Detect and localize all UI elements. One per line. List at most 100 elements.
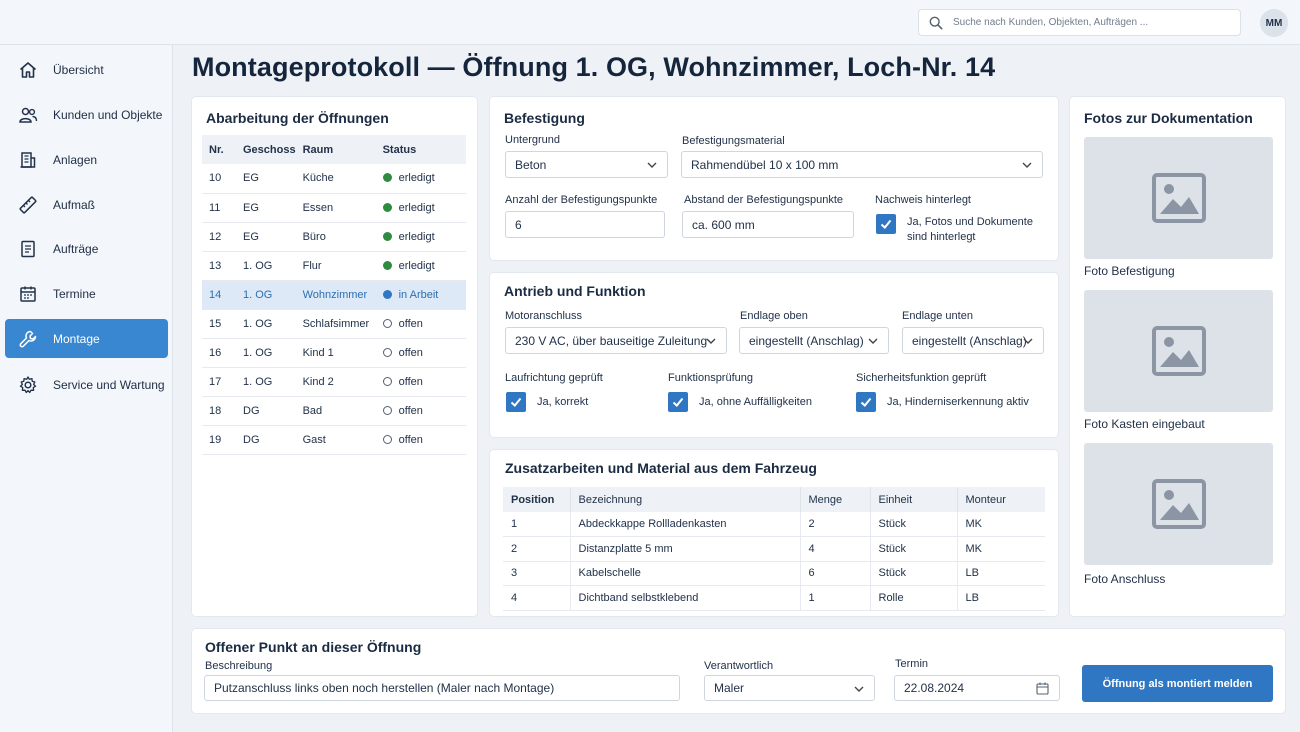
table-row[interactable]: 18 DG Bad offen [202,396,466,426]
cell-position: 1 [503,512,571,537]
search-input[interactable]: Suche nach Kunden, Objekten, Aufträgen .… [918,9,1241,36]
cell-nr: 13 [202,251,236,281]
status-dot-icon [382,318,392,328]
col-monteur: Monteur [957,487,1045,512]
chevron-down-icon [868,338,878,344]
funktion-checkbox[interactable] [668,392,688,412]
cell-position: 3 [503,561,571,586]
col-einheit: Einheit [870,487,958,512]
termin-date-input[interactable]: 22.08.2024 [894,675,1060,701]
laufrichtung-checkbox[interactable] [506,392,526,412]
funktion-label: Funktionsprüfung [668,372,753,384]
status-text: offen [398,375,423,388]
sidebar-item-aufmass[interactable]: Aufmaß [5,185,168,224]
termin-label: Termin [895,658,929,670]
table-row: 2 Distanzplatte 5 mm 4 Stück MK [503,536,1045,562]
sidebar-item-kunden[interactable]: Kunden und Objekte [5,95,168,134]
photo-placeholder[interactable] [1084,290,1273,412]
cell-bezeichnung: Dichtband selbstklebend [570,585,801,611]
status-text: erledigt [398,172,435,185]
termin-value: 22.08.2024 [904,681,965,695]
abstand-input[interactable]: ca. 600 mm [682,211,854,238]
photo-caption: Foto Befestigung [1084,264,1175,278]
status-dot-icon [382,289,392,299]
status-dot-icon [382,434,392,444]
photo-caption: Foto Anschluss [1084,572,1166,586]
status-text: offen [398,433,423,446]
cell-raum: Büro [295,222,376,252]
anzahl-label: Anzahl der Befestigungspunkte [505,194,658,206]
sidebar-item-anlagen[interactable]: Anlagen [5,140,168,179]
antrieb-title: Antrieb und Funktion [504,283,646,299]
verantwortlich-select[interactable]: Maler [704,675,875,701]
photo-placeholder[interactable] [1084,137,1273,259]
calendar-icon[interactable] [1036,682,1049,695]
beschreibung-label: Beschreibung [205,660,273,672]
beschreibung-value: Putzanschluss links oben noch herstellen… [214,681,555,695]
material-select[interactable]: Rahmendübel 10 x 100 mm [681,151,1043,178]
untergrund-select[interactable]: Beton [505,151,668,178]
image-icon [1151,173,1206,223]
nachweis-checkbox[interactable] [876,214,896,234]
cell-status: erledigt [375,193,466,223]
motor-label: Motoranschluss [505,310,583,322]
col-status: Status [375,135,466,164]
sidebar-item-service[interactable]: Service und Wartung [5,365,168,404]
befestigung-card: Befestigung Untergrund Beton Befestigung… [490,97,1058,260]
endlage-unten-select[interactable]: eingestellt (Anschlag) [902,327,1044,354]
openings-title: Abarbeitung der Öffnungen [206,110,389,126]
table-row[interactable]: 19 DG Gast offen [202,425,466,455]
cell-status: erledigt [375,164,466,194]
nachweis-text: Ja, Fotos und Dokumente sind hinterlegt [907,216,1033,243]
laufrichtung-text: Ja, korrekt [537,396,589,408]
sidebar-item-auftraege[interactable]: Aufträge [5,229,168,268]
endlage-oben-label: Endlage oben [740,310,808,322]
untergrund-label: Untergrund [505,134,561,146]
photo-caption: Foto Kasten eingebaut [1084,417,1205,431]
anzahl-input[interactable]: 6 [505,211,665,238]
wrench-icon [19,330,37,347]
endlage-unten-label: Endlage unten [902,310,973,322]
cell-monteur: MK [957,512,1045,537]
table-row[interactable]: 17 1. OG Kind 2 offen [202,367,466,397]
status-text: offen [398,404,423,417]
cell-einheit: Stück [870,512,958,537]
cell-raum: Wohnzimmer [295,280,376,310]
chevron-down-icon [1022,162,1032,168]
table-row[interactable]: 16 1. OG Kind 1 offen [202,338,466,368]
status-text: offen [398,317,423,330]
motor-select[interactable]: 230 V AC, über bauseitige Zuleitung [505,327,727,354]
endlage-oben-select[interactable]: eingestellt (Anschlag) [739,327,889,354]
sidebar-item-uebersicht[interactable]: Übersicht [5,50,168,89]
table-row[interactable]: 11 EG Essen erledigt [202,193,466,223]
openings-table: Nr. Geschoss Raum Status 10 EG Küche erledi… [202,135,466,455]
photo-placeholder[interactable] [1084,443,1273,565]
cell-einheit: Stück [870,561,958,586]
verantwortlich-label: Verantwortlich [704,660,774,672]
sidebar-item-termine[interactable]: Termine [5,274,168,313]
top-bar: Suche nach Kunden, Objekten, Aufträgen .… [0,0,1300,45]
abstand-label: Abstand der Befestigungspunkte [684,194,844,206]
calendar-icon [20,286,36,302]
antrieb-card: Antrieb und Funktion Motoranschluss 230 … [490,273,1058,437]
cell-nr: 19 [202,425,236,455]
users-icon [19,107,38,123]
image-icon [1151,479,1206,529]
table-row[interactable]: 12 EG Büro erledigt [202,222,466,252]
sidebar-item-montage[interactable]: Montage [5,319,168,358]
avatar[interactable]: MM [1260,9,1288,37]
cell-geschoss: DG [236,396,296,426]
endlage-oben-value: eingestellt (Anschlag) [749,333,864,348]
cell-bezeichnung: Abdeckkappe Rollladenkasten [570,512,801,537]
document-icon [21,240,35,257]
table-row[interactable]: 10 EG Küche erledigt [202,164,466,194]
cell-raum: Küche [295,164,376,194]
cell-status: offen [375,338,466,368]
table-row[interactable]: 14 1. OG Wohnzimmer in Arbeit [202,280,466,310]
table-row[interactable]: 15 1. OG Schlafsimmer offen [202,309,466,339]
table-row[interactable]: 13 1. OG Flur erledigt [202,251,466,281]
beschreibung-input[interactable]: Putzanschluss links oben noch herstellen… [204,675,680,701]
sicherheit-checkbox[interactable] [856,392,876,412]
submit-montiert-button[interactable]: Öffnung als montiert melden [1082,665,1273,702]
zusatz-title: Zusatzarbeiten und Material aus dem Fahr… [505,460,817,476]
